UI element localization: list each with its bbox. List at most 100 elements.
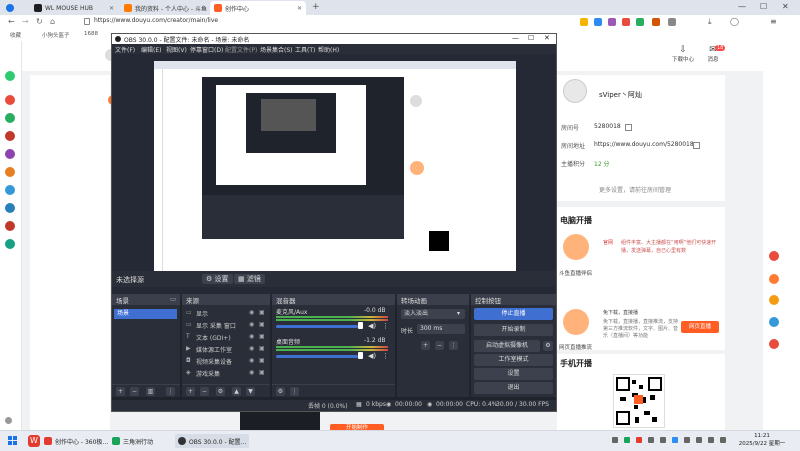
desktop-volume-slider[interactable] [276, 355, 358, 358]
more-icon[interactable]: ⋮ [290, 387, 299, 396]
sidebar-icon[interactable] [5, 95, 15, 105]
virtual-camera-button[interactable]: 启动虚拟摄像机 [474, 340, 540, 352]
bookmark-item[interactable]: 1688 [84, 31, 98, 37]
tray-icon[interactable] [672, 437, 678, 443]
copy-icon[interactable] [625, 124, 632, 131]
tray-icon[interactable] [624, 437, 630, 443]
menu-icon[interactable]: ≡ [770, 17, 777, 26]
tab-profile[interactable]: 我的资料 - 个人中心 - 斗鱼✕ [120, 1, 208, 15]
messages-link[interactable]: ✉ 消息 18 [703, 45, 726, 63]
menu-view[interactable]: 视图(V) [166, 45, 187, 54]
download-center-link[interactable]: ⇩ 下载中心 [671, 45, 695, 63]
refresh-icon[interactable]: ↻ [36, 17, 43, 26]
tray-icon[interactable] [648, 437, 654, 443]
sidebar-icon[interactable] [5, 113, 15, 123]
slider-handle[interactable] [358, 352, 363, 359]
tray-icon[interactable] [684, 437, 690, 443]
copy-icon[interactable] [693, 142, 700, 149]
duration-input[interactable]: 300 ms [417, 324, 465, 334]
scene-filter-icon[interactable]: ▥ [146, 387, 155, 396]
wps-icon[interactable]: W [28, 435, 40, 447]
lock-icon[interactable]: ▣ [259, 357, 265, 364]
more-icon[interactable]: ⋮ [449, 341, 458, 350]
tray-icon[interactable] [660, 437, 666, 443]
chevron-down-icon[interactable]: ▼ [246, 387, 255, 396]
clock[interactable]: 11:21 2025/9/22 星期一 [732, 432, 792, 448]
source-item[interactable]: ◈ 游戏采集 ◉ ▣ [186, 368, 268, 379]
taskbar-app[interactable]: 创作中心 - 360极... [44, 434, 108, 448]
sidebar-icon[interactable] [5, 221, 15, 231]
windows-start-icon[interactable] [8, 436, 17, 445]
slider-handle[interactable] [358, 322, 363, 329]
sidebar-icon[interactable] [5, 71, 15, 81]
gear-icon[interactable]: ⚙ [216, 387, 225, 396]
lock-icon[interactable]: ▣ [259, 345, 265, 352]
maximize-icon[interactable]: ☐ [760, 2, 767, 11]
start-recording-button[interactable]: 开始录制 [474, 324, 553, 336]
close-window-icon[interactable]: ✕ [544, 34, 550, 42]
remove-icon[interactable]: − [200, 387, 209, 396]
source-item[interactable]: T 文本 (GDI+) ◉ ▣ [186, 332, 268, 343]
extension-icon[interactable] [668, 18, 676, 26]
close-window-icon[interactable]: ✕ [782, 2, 789, 11]
extension-icon[interactable] [652, 18, 660, 26]
sidebar-icon[interactable] [5, 167, 15, 177]
speaker-icon[interactable]: ◀) [368, 352, 376, 360]
rail-icon[interactable] [769, 251, 779, 261]
visibility-icon[interactable]: ◉ [249, 369, 254, 376]
extension-icon[interactable] [594, 18, 602, 26]
menu-edit[interactable]: 编辑(E) [141, 45, 161, 54]
properties-button[interactable]: ⚙ 设置 [202, 274, 233, 284]
sidebar-icon[interactable] [5, 239, 15, 249]
chevron-up-icon[interactable]: ▲ [232, 387, 241, 396]
add-icon[interactable]: + [186, 387, 195, 396]
settings-icon[interactable] [5, 417, 12, 424]
rail-icon[interactable] [769, 317, 779, 327]
network-icon[interactable] [708, 437, 714, 443]
obs-preview[interactable] [112, 54, 556, 299]
browser-menu-icon[interactable] [6, 4, 14, 12]
taskbar-app-active[interactable]: OBS 30.0.0 - 配置... [175, 434, 250, 448]
minimize-icon[interactable]: — [738, 2, 746, 11]
sidebar-icon[interactable] [5, 149, 15, 159]
sidebar-icon[interactable] [5, 185, 15, 195]
new-tab-icon[interactable]: + [312, 2, 320, 12]
visibility-icon[interactable]: ◉ [249, 333, 254, 340]
back-icon[interactable]: ← [8, 17, 15, 26]
studio-mode-button[interactable]: 工作室模式 [474, 354, 553, 366]
visibility-icon[interactable]: ◉ [249, 345, 254, 352]
scene-item[interactable]: 场景 [114, 309, 177, 319]
volume-icon[interactable] [720, 437, 726, 443]
menu-scene-collection[interactable]: 场景集合(S) [260, 45, 293, 54]
stop-streaming-button[interactable]: 停止直播 [474, 308, 553, 320]
forward-icon[interactable]: → [22, 17, 29, 26]
filters-button[interactable]: ▦ 滤镜 [234, 274, 265, 284]
add-icon[interactable]: + [421, 341, 430, 350]
more-settings-link[interactable]: 更多设置，请前往房间管理 [599, 185, 671, 194]
more-icon[interactable]: ⋮ [382, 352, 389, 360]
bookmark-item[interactable]: 小狗头盔子 [42, 31, 70, 39]
visibility-icon[interactable]: ◉ [249, 321, 254, 328]
rail-icon[interactable] [769, 339, 779, 349]
remove-icon[interactable]: − [435, 341, 444, 350]
gear-icon[interactable]: ⚙ [276, 387, 285, 396]
download-icon[interactable]: ⤓ [708, 17, 712, 27]
more-icon[interactable]: ⋮ [382, 322, 389, 330]
maximize-icon[interactable]: ☐ [528, 34, 534, 42]
url-input[interactable]: https://www.douyu.com/creator/main/live [94, 17, 218, 24]
more-icon[interactable]: ⋮ [166, 387, 175, 396]
settings-button[interactable]: 设置 [474, 368, 553, 380]
menu-file[interactable]: 文件(F) [115, 45, 135, 54]
tab-wlmouse[interactable]: WL MOUSE HUB ✕ [30, 1, 118, 15]
tray-icon[interactable] [696, 437, 702, 443]
speaker-icon[interactable]: ◀) [368, 322, 376, 330]
source-item[interactable]: ▭ 显示 采集 窗口 ◉ ▣ [186, 320, 268, 331]
tray-icon[interactable] [612, 437, 618, 443]
sidebar-icon[interactable] [5, 131, 15, 141]
extension-icon[interactable] [622, 18, 630, 26]
bookmark-item[interactable]: 收藏 [10, 31, 21, 39]
home-icon[interactable]: ⌂ [50, 17, 55, 26]
add-icon[interactable]: + [116, 387, 125, 396]
menu-profile[interactable]: 配置文件(P) [225, 45, 257, 54]
menu-help[interactable]: 帮助(H) [318, 45, 339, 54]
